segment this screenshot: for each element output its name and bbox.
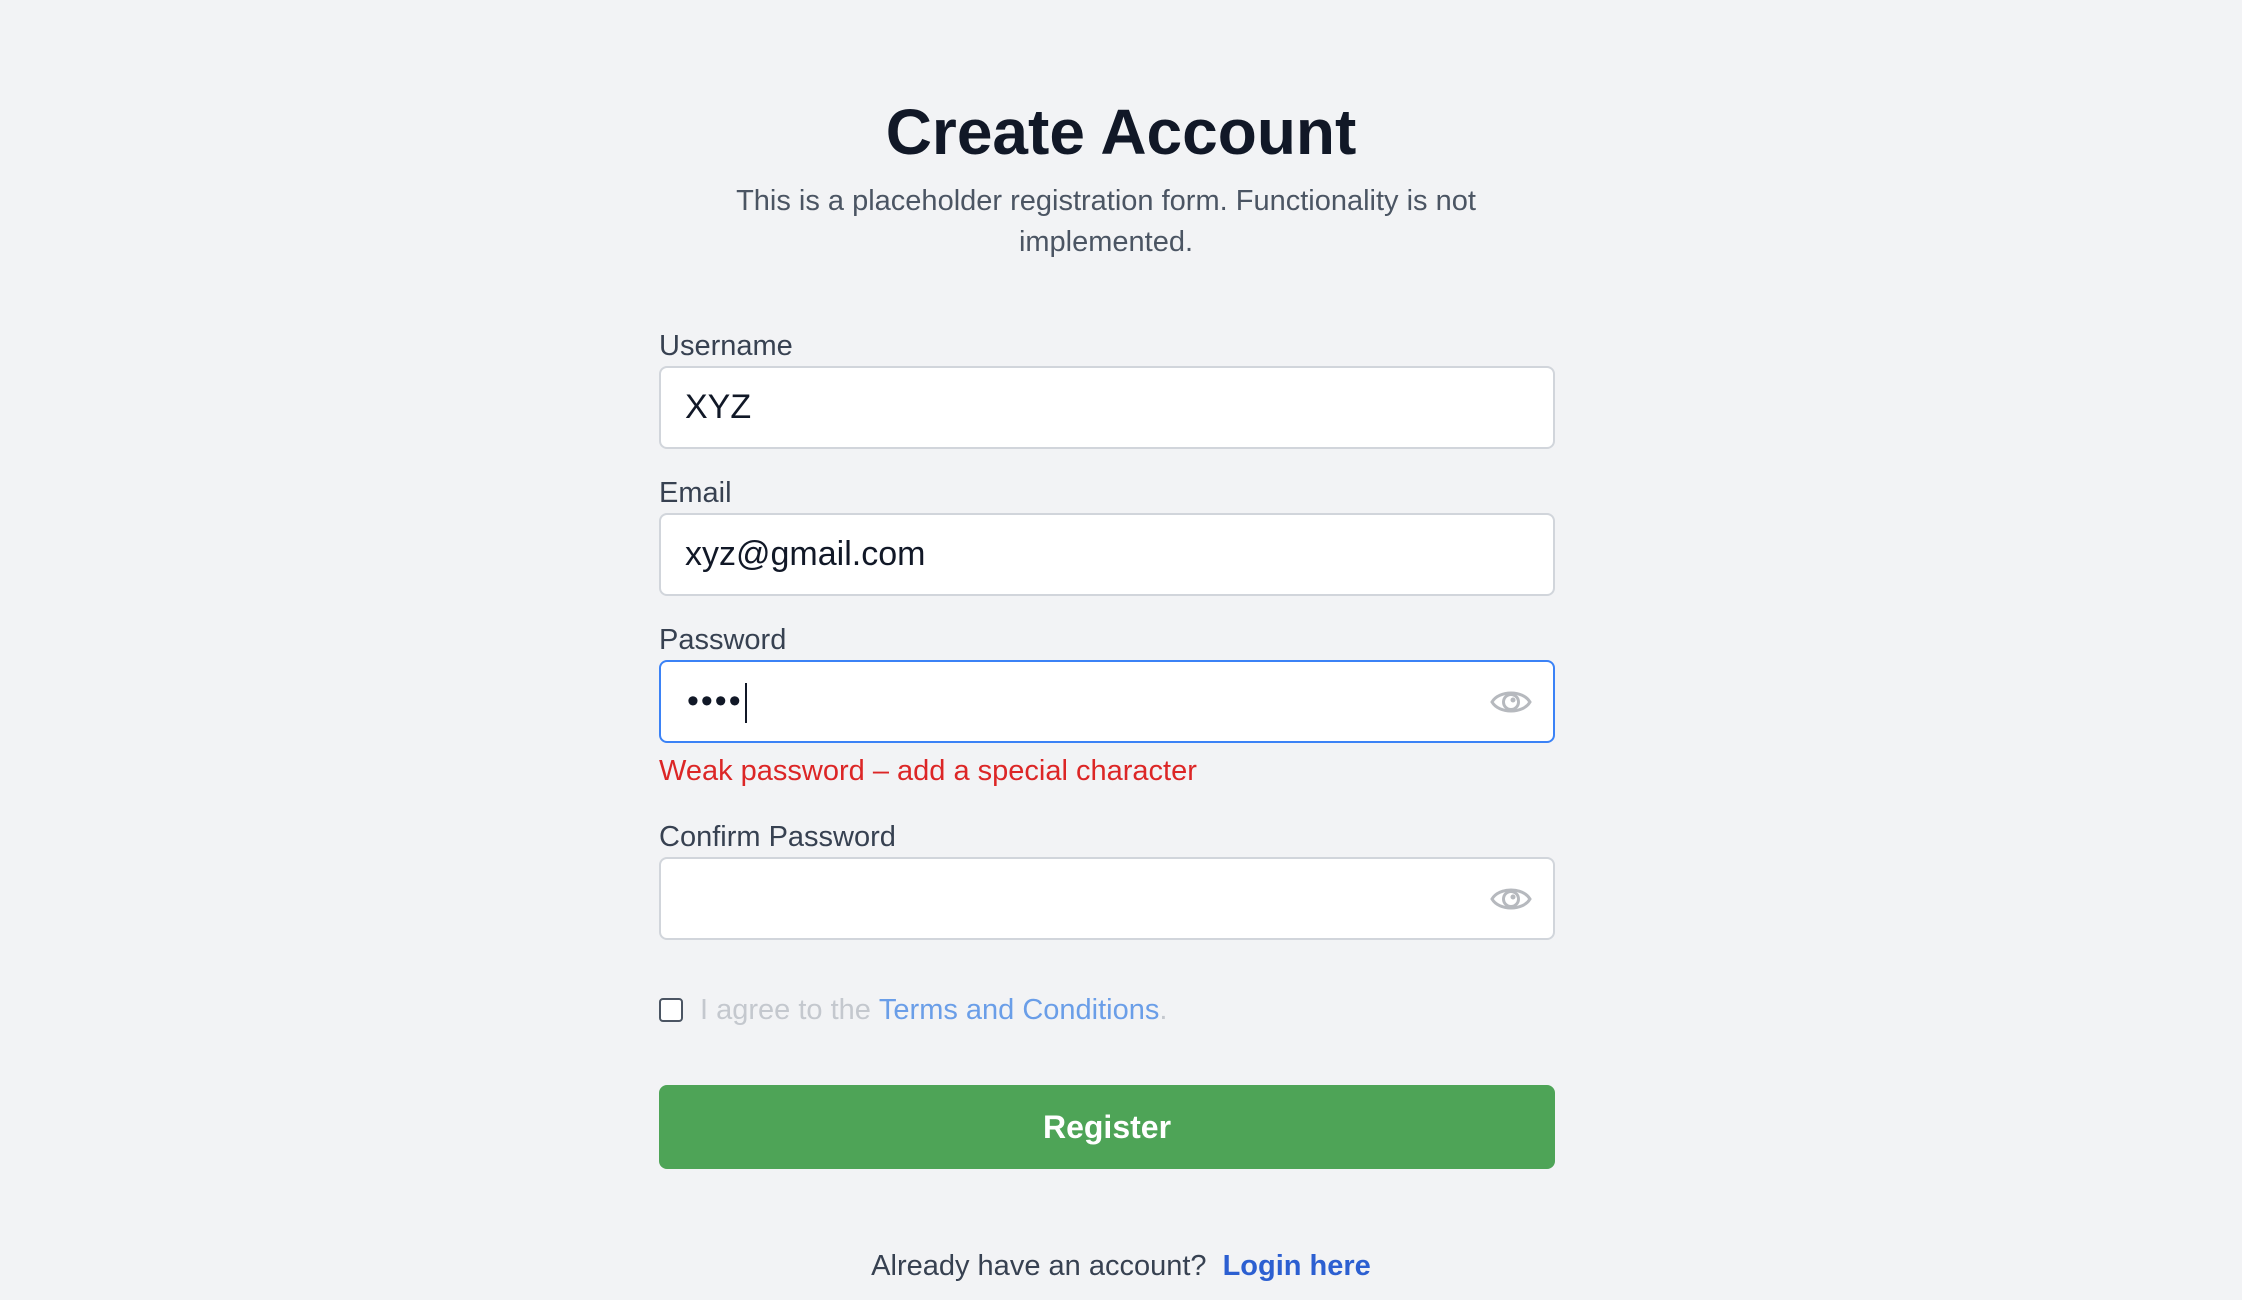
username-input[interactable] [685,368,1505,447]
eye-icon[interactable] [1489,682,1533,722]
login-prompt-text: Already have an account? [871,1250,1207,1282]
confirm-password-group: Confirm Password [659,817,1555,940]
terms-agreement: I agree to the Terms and Conditions . [659,990,1555,1030]
terms-prefix-text: I agree to the [700,993,871,1026]
login-link[interactable]: Login here [1223,1250,1371,1282]
email-input[interactable] [685,515,1505,594]
confirm-password-input[interactable] [659,857,1555,940]
text-caret [744,683,747,724]
password-label: Password [659,624,787,656]
password-group: Password •••• Weak password – add a spec… [659,620,1555,791]
terms-checkbox[interactable] [659,998,683,1022]
password-error-message: Weak password – add a special character [659,755,1197,787]
email-label: Email [659,477,732,509]
username-group: Username [659,326,1555,449]
registration-page: Create Account This is a placeholder reg… [0,0,2242,1300]
email-group: Email [659,473,1555,596]
login-prompt: Already have an account? Login here [0,1250,2242,1283]
username-field-wrapper [659,366,1555,449]
page-title: Create Account [885,96,1357,168]
terms-link[interactable]: Terms and Conditions [879,994,1159,1027]
username-label: Username [659,330,793,362]
registration-form: Username Email Password •••• [659,326,1555,1169]
confirm-password-label: Confirm Password [659,821,896,853]
email-field-wrapper [659,513,1555,596]
password-masked-value: •••• [687,662,747,741]
register-button[interactable]: Register [659,1085,1555,1169]
eye-icon[interactable] [1489,879,1533,919]
terms-suffix-text: . [1159,993,1168,1026]
password-input[interactable]: •••• [659,660,1555,743]
page-subtitle: This is a placeholder registration form.… [736,185,1476,258]
